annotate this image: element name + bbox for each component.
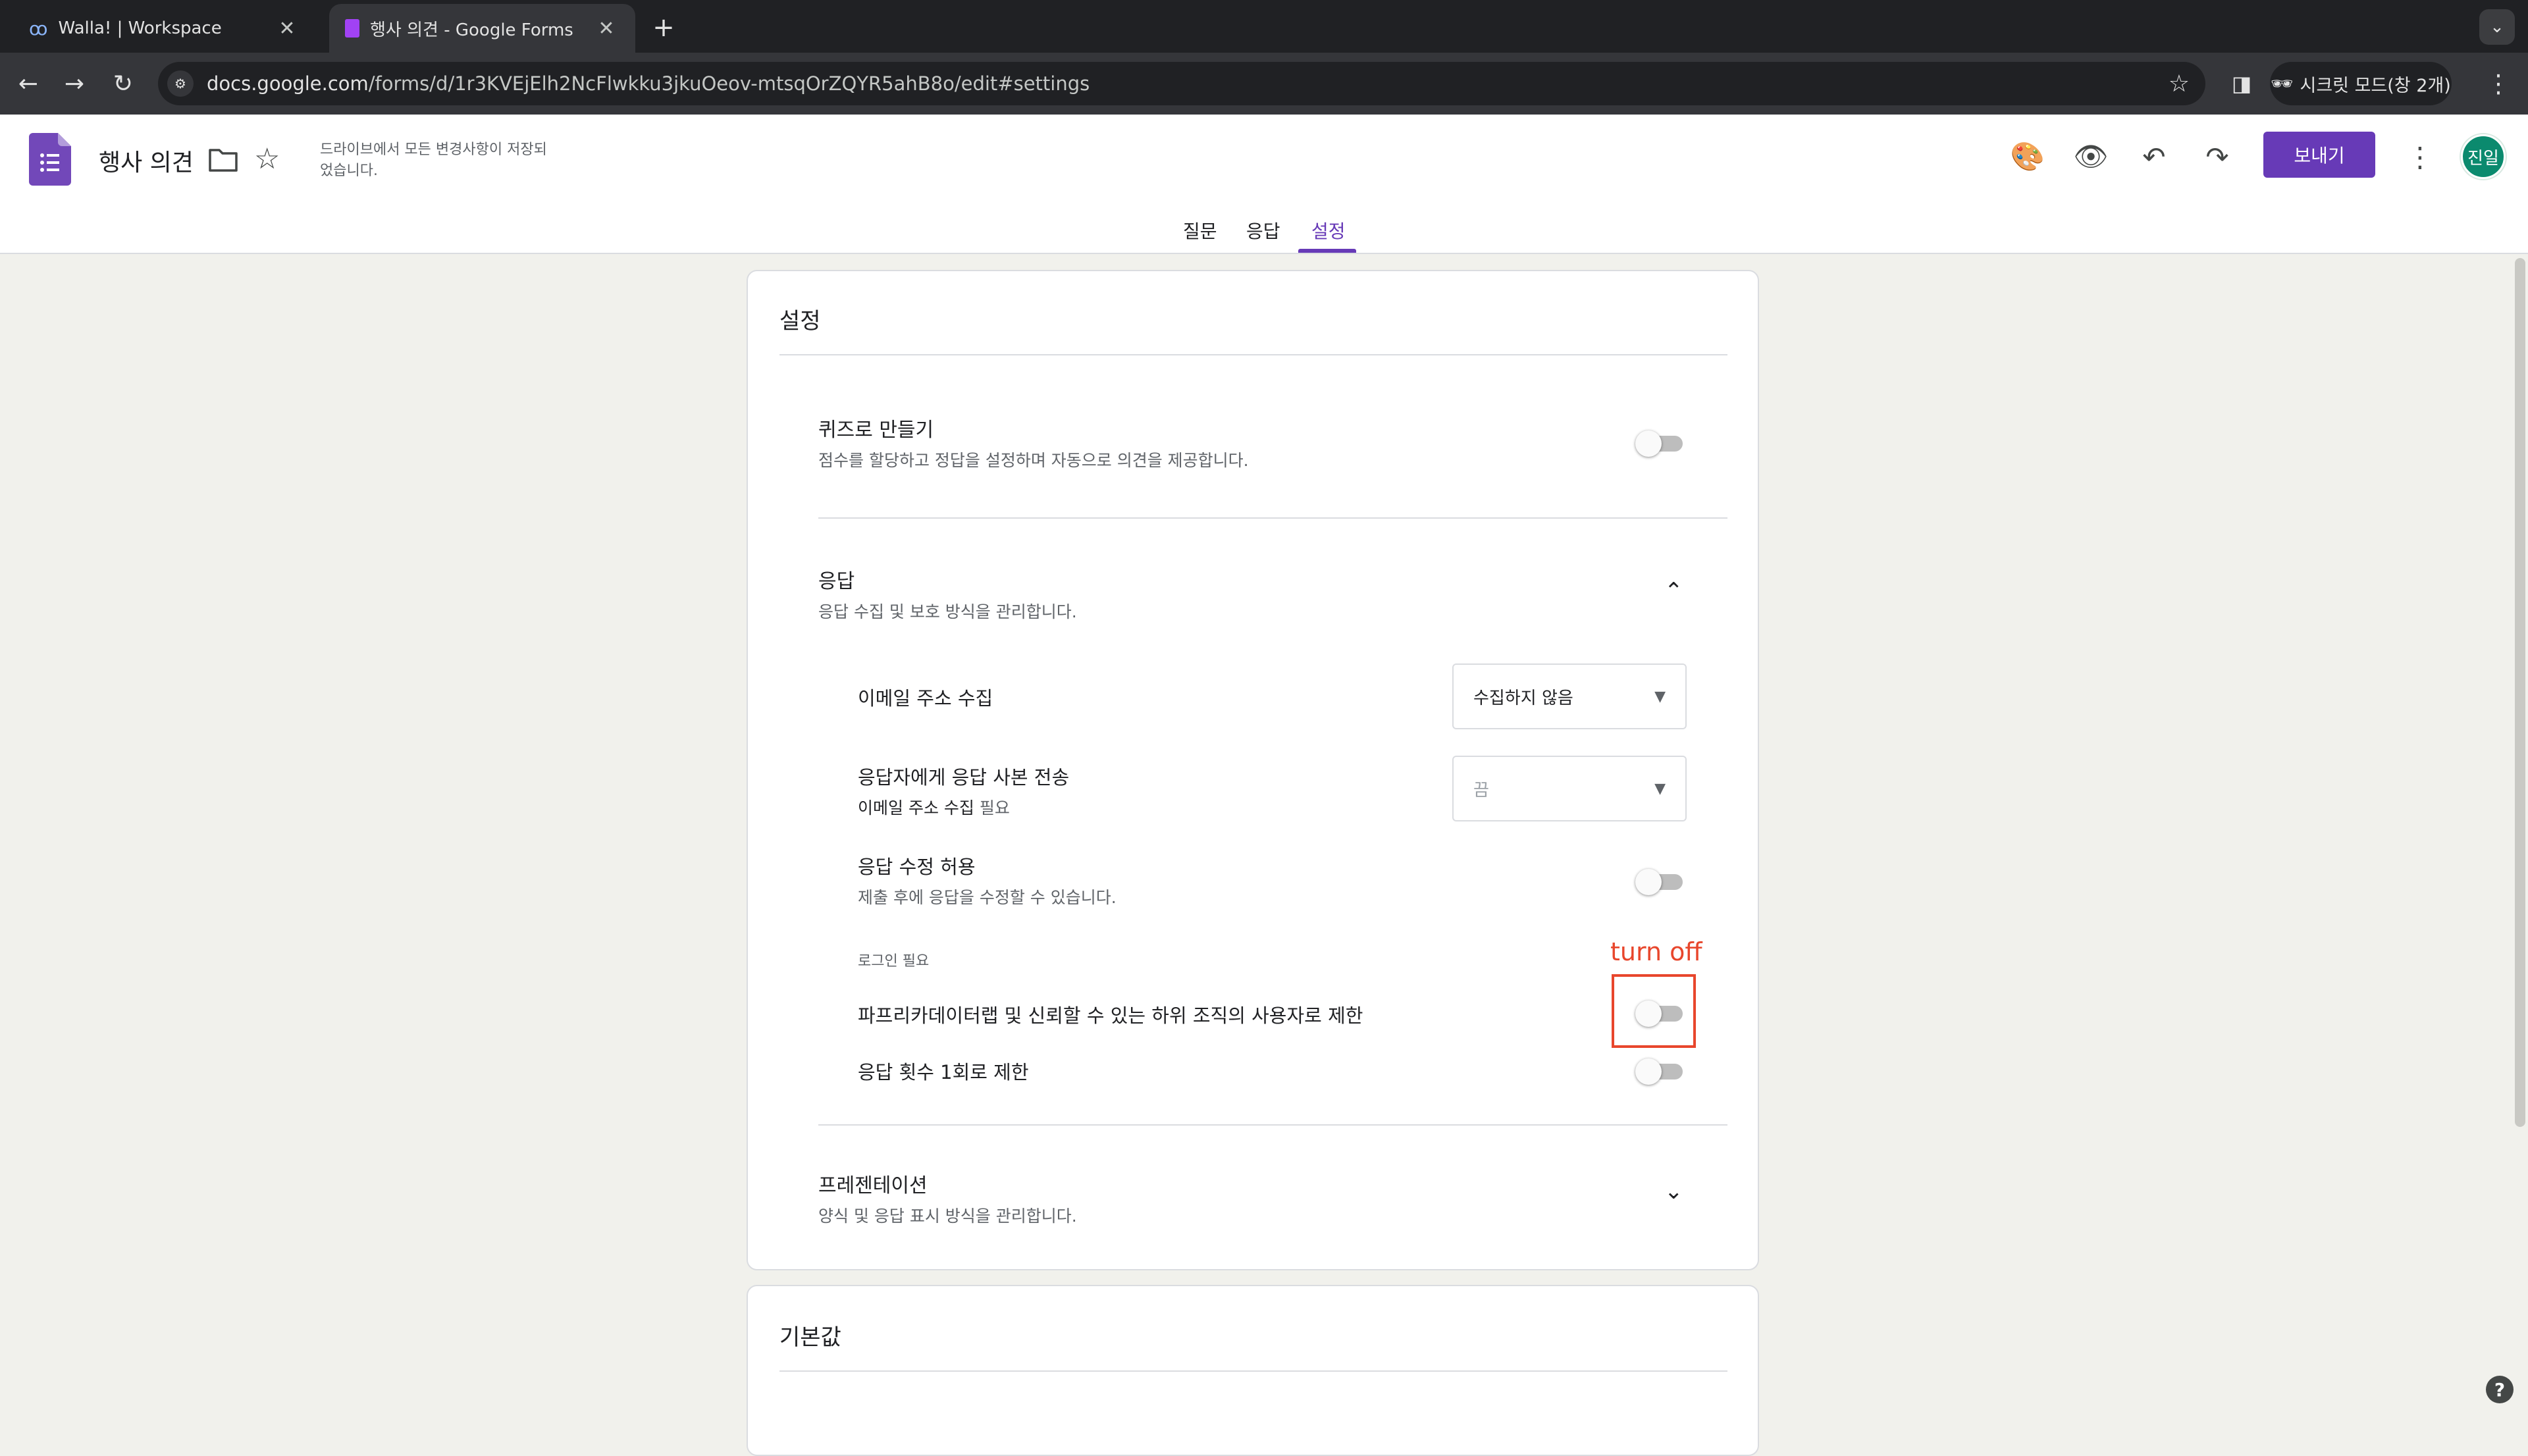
reload-icon[interactable]: ↻ — [105, 66, 141, 101]
collect-email-select[interactable]: 수집하지 않음 ▼ — [1452, 663, 1687, 729]
close-tab-icon[interactable]: ✕ — [593, 17, 619, 40]
divider — [779, 1370, 1727, 1372]
preview-eye-icon[interactable]: 👁 — [2070, 136, 2112, 178]
collect-email-label: 이메일 주소 수집 — [858, 687, 993, 710]
address-bar[interactable]: ⚙ docs.google.com/forms/d/1r3KVEjElh2NcF… — [158, 62, 2205, 105]
star-icon[interactable]: ☆ — [254, 142, 280, 176]
redo-icon[interactable]: ↷ — [2196, 136, 2238, 178]
url-path: /forms/d/1r3KVEjElh2NcFlwkku3jkuOeov-mts… — [368, 72, 1090, 95]
divider — [818, 1124, 1727, 1126]
send-copy-label: 응답자에게 응답 사본 전송 — [858, 766, 1070, 789]
login-required-heading: 로그인 필요 — [858, 953, 930, 970]
incognito-label: 시크릿 모드(창 2개) — [2300, 75, 2451, 96]
tab-questions[interactable]: 질문 — [1183, 217, 1217, 244]
send-button[interactable]: 보내기 — [2263, 132, 2375, 178]
annotation-label: turn off — [1610, 937, 1702, 966]
divider — [779, 354, 1727, 355]
browser-menu-icon[interactable]: ⋮ — [2482, 66, 2515, 101]
send-copy-value: 끔 — [1473, 780, 1489, 800]
annotation-highlight-box — [1612, 974, 1696, 1048]
help-icon[interactable]: ? — [2486, 1376, 2514, 1403]
active-tab-indicator — [1298, 249, 1356, 253]
site-info-icon[interactable]: ⚙ — [167, 70, 194, 97]
url-host: docs.google.com — [207, 72, 369, 95]
tab-responses[interactable]: 응답 — [1246, 217, 1280, 244]
tab-settings[interactable]: 설정 — [1311, 217, 1346, 244]
palette-icon[interactable]: 🎨 — [2007, 136, 2049, 178]
chevron-down-icon[interactable]: ⌄ — [1664, 1178, 1683, 1205]
browser-tab-walla[interactable]: ꝏ Walla! | Workspace ✕ — [13, 4, 316, 53]
restrict-org-label: 파프리카데이터랩 및 신뢰할 수 있는 하위 조직의 사용자로 제한 — [858, 1004, 1363, 1027]
chevron-up-icon[interactable]: ⌃ — [1664, 578, 1683, 604]
limit-one-toggle[interactable] — [1635, 1053, 1688, 1086]
google-forms-logo-icon[interactable] — [29, 133, 71, 186]
requirement-bold: 이메일 주소 수집 — [858, 798, 974, 818]
divider — [818, 517, 1727, 519]
requirement-rest: 필요 — [974, 798, 1010, 818]
scrollbar-thumb[interactable] — [2515, 258, 2525, 1127]
folder-icon[interactable] — [208, 146, 238, 172]
incognito-indicator[interactable]: 🕶 시크릿 모드(창 2개) — [2270, 62, 2452, 105]
forward-arrow-icon[interactable]: → — [57, 66, 92, 101]
bookmark-star-icon[interactable]: ☆ — [2169, 70, 2190, 97]
url-text: docs.google.com/forms/d/1r3KVEjElh2NcFlw… — [207, 72, 1090, 95]
presentation-section-title: 프레젠테이션 — [818, 1174, 928, 1197]
incognito-icon: 🕶 — [2271, 74, 2294, 94]
send-copy-requirement: 이메일 주소 수집 필요 — [858, 795, 1010, 819]
defaults-card-title: 기본값 — [779, 1324, 841, 1351]
dropdown-arrow-icon: ▼ — [1654, 688, 1666, 705]
more-options-icon[interactable]: ⋮ — [2399, 136, 2441, 178]
presentation-section-desc: 양식 및 응답 표시 방식을 관리합니다. — [818, 1207, 1077, 1226]
responses-section-desc: 응답 수집 및 보호 방식을 관리합니다. — [818, 602, 1077, 621]
tab-search-chevron-icon[interactable]: ⌄ — [2479, 9, 2515, 45]
responses-section-title: 응답 — [818, 570, 855, 593]
browser-tab-forms[interactable]: 행사 의견 - Google Forms ✕ — [329, 4, 635, 53]
send-copy-select: 끔 ▼ — [1452, 756, 1687, 821]
walla-logo-icon: ꝏ — [29, 17, 48, 39]
limit-one-label: 응답 횟수 1회로 제한 — [858, 1061, 1029, 1083]
undo-icon[interactable]: ↶ — [2133, 136, 2175, 178]
quiz-title: 퀴즈로 만들기 — [818, 419, 934, 442]
quiz-toggle[interactable] — [1635, 425, 1688, 458]
dropdown-arrow-icon: ▼ — [1654, 780, 1666, 797]
allow-edit-label: 응답 수정 허용 — [858, 856, 976, 878]
side-panel-icon[interactable]: ◨ — [2225, 67, 2258, 100]
new-tab-icon[interactable]: + — [645, 9, 682, 46]
close-tab-icon[interactable]: ✕ — [274, 17, 300, 40]
forms-icon — [345, 19, 359, 38]
back-arrow-icon[interactable]: ← — [11, 66, 46, 101]
collect-email-value: 수집하지 않음 — [1473, 688, 1573, 708]
save-status: 드라이브에서 모든 변경사항이 저장되었습니다. — [320, 142, 547, 179]
avatar[interactable]: 진일 — [2461, 134, 2506, 179]
allow-edit-desc: 제출 후에 응답을 수정할 수 있습니다. — [858, 888, 1117, 907]
tab-title: 행사 의견 - Google Forms — [370, 20, 573, 40]
form-title[interactable]: 행사 의견 — [99, 143, 194, 178]
settings-card-title: 설정 — [779, 308, 821, 334]
tab-title: Walla! | Workspace — [58, 18, 222, 38]
quiz-desc: 점수를 할당하고 정답을 설정하며 자동으로 의견을 제공합니다. — [818, 451, 1249, 470]
allow-edit-toggle[interactable] — [1635, 864, 1688, 897]
